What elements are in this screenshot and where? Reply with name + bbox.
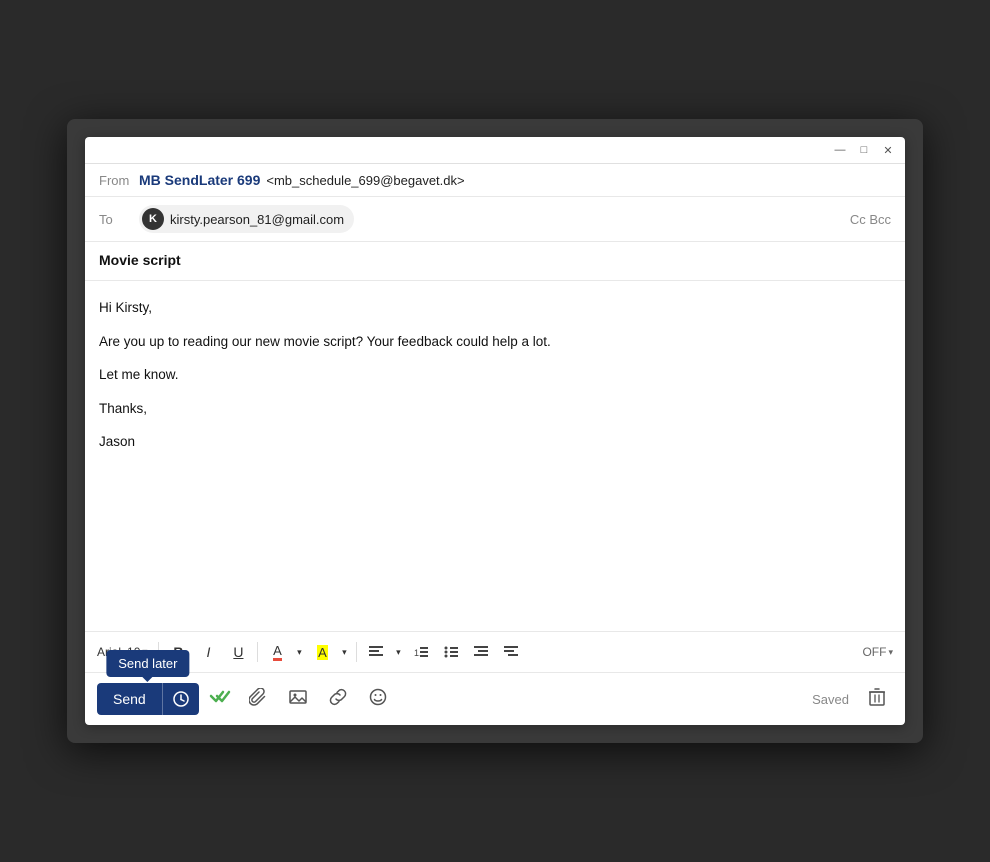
saved-area: Saved [812, 682, 893, 717]
avatar: K [142, 208, 164, 230]
recipient-chip[interactable]: K kirsty.pearson_81@gmail.com [139, 205, 354, 233]
from-row: From MB SendLater 699 <mb_schedule_699@b… [85, 164, 905, 197]
sender-name: MB SendLater 699 [139, 172, 260, 188]
alignment-group: ▾ [362, 638, 405, 666]
attach-file-button[interactable] [241, 682, 275, 717]
indent-increase-icon [504, 646, 518, 658]
toolbar-divider-1 [158, 642, 159, 662]
signature: Jason [99, 431, 891, 453]
subject-row: Movie script [85, 242, 905, 281]
email-body[interactable]: Hi Kirsty, Are you up to reading our new… [85, 281, 905, 631]
sender-email: <mb_schedule_699@begavet.dk> [266, 173, 464, 188]
toolbar-divider-2 [257, 642, 258, 662]
toolbar-divider-3 [356, 642, 357, 662]
check-button[interactable] [205, 681, 235, 717]
link-icon [329, 688, 347, 706]
insert-link-button[interactable] [321, 682, 355, 717]
italic-button[interactable]: I [194, 638, 222, 666]
image-icon [289, 688, 307, 706]
from-label: From [99, 173, 139, 188]
unordered-list-button[interactable] [437, 638, 465, 666]
action-toolbar: Send later Send [85, 672, 905, 725]
formatting-toolbar: Arial 10 ▾ B I U A ▾ A ▾ [85, 631, 905, 672]
text-color-button[interactable]: A [263, 638, 291, 666]
title-bar: — □ ✕ [85, 137, 905, 164]
sign-off: Thanks, [99, 398, 891, 420]
align-dropdown[interactable]: ▾ [391, 638, 405, 666]
cc-bcc-button[interactable]: Cc Bcc [850, 212, 891, 227]
text-color-dropdown[interactable]: ▾ [292, 638, 306, 666]
to-row: To K kirsty.pearson_81@gmail.com Cc Bcc [85, 197, 905, 242]
off-label: OFF ▾ [862, 645, 893, 659]
send-later-button[interactable] [162, 683, 199, 715]
subject-text: Movie script [99, 252, 181, 268]
text-color-group: A ▾ [263, 638, 306, 666]
highlight-color-group: A ▾ [308, 638, 351, 666]
trash-icon [869, 688, 885, 706]
emoji-button[interactable] [361, 682, 395, 717]
unordered-list-icon [444, 646, 458, 658]
insert-image-button[interactable] [281, 682, 315, 717]
highlight-button[interactable]: A [308, 638, 336, 666]
body-line1: Are you up to reading our new movie scri… [99, 331, 891, 353]
paperclip-icon [249, 688, 267, 706]
emoji-icon [369, 688, 387, 706]
send-button-group: Send later Send [97, 683, 199, 715]
highlight-icon: A [317, 645, 328, 660]
ordered-list-icon: 1. [414, 646, 428, 658]
ordered-list-button[interactable]: 1. [407, 638, 435, 666]
font-size-selector[interactable]: 10 ▾ [127, 645, 147, 659]
font-color-icon: A [273, 643, 282, 661]
delete-button[interactable] [861, 682, 893, 717]
clock-icon [173, 691, 189, 707]
close-button[interactable]: ✕ [881, 143, 895, 157]
align-left-icon [369, 646, 383, 658]
saved-text: Saved [812, 692, 849, 707]
send-label: Send [113, 691, 146, 707]
body-line2: Let me know. [99, 364, 891, 386]
indent-decrease-button[interactable] [467, 638, 495, 666]
highlight-dropdown[interactable]: ▾ [337, 638, 351, 666]
minimize-button[interactable]: — [833, 143, 847, 157]
send-button[interactable]: Send [97, 683, 162, 715]
to-label: To [99, 212, 139, 227]
compose-window: — □ ✕ From MB SendLater 699 <mb_schedule… [85, 137, 905, 725]
font-family-selector[interactable]: Arial [97, 645, 121, 659]
indent-decrease-icon [474, 646, 488, 658]
maximize-button[interactable]: □ [857, 143, 871, 157]
indent-increase-button[interactable] [497, 638, 525, 666]
greeting: Hi Kirsty, [99, 297, 891, 319]
recipient-email: kirsty.pearson_81@gmail.com [170, 212, 344, 227]
underline-button[interactable]: U [224, 638, 252, 666]
double-check-icon [209, 685, 231, 707]
align-button[interactable] [362, 638, 390, 666]
bold-button[interactable]: B [164, 638, 192, 666]
